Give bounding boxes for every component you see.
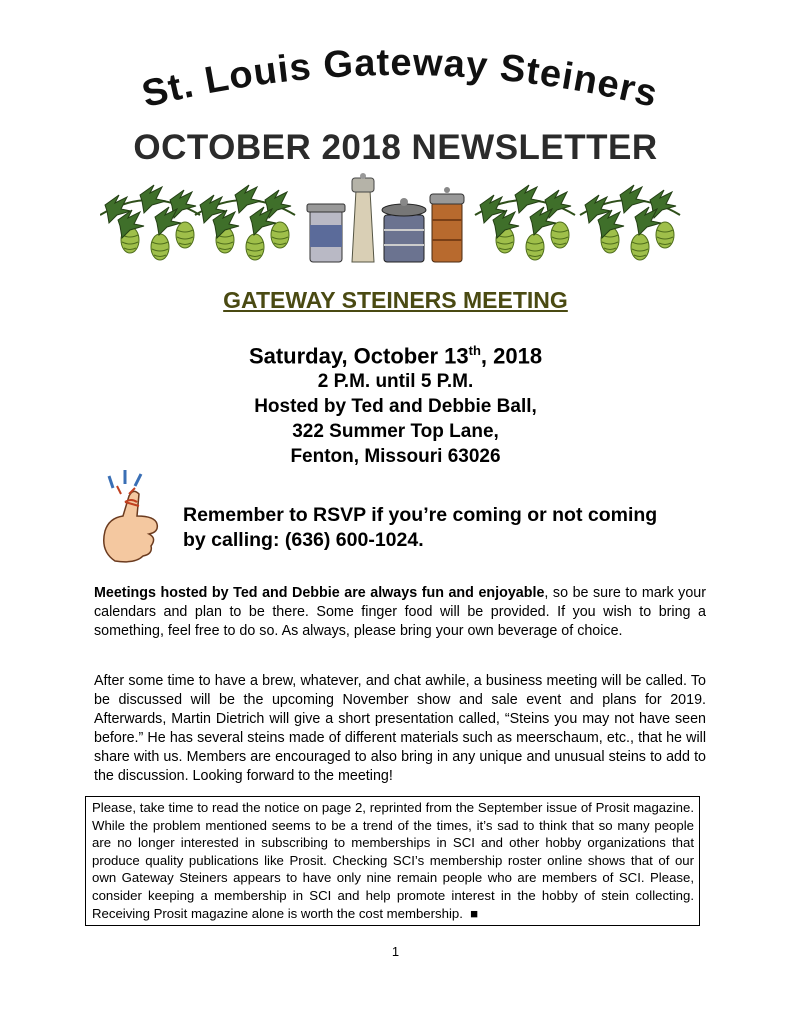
stein-1-icon [306, 203, 346, 263]
notice-end-mark: ■ [470, 905, 479, 921]
stein-2-icon [351, 173, 375, 263]
newsletter-title: OCTOBER 2018 NEWSLETTER [133, 128, 658, 167]
meeting-date-suffix: th [468, 343, 481, 358]
rsvp-line-1: Remember to RSVP if you’re coming or not… [183, 504, 658, 526]
meeting-date: Saturday, October 13th, 2018 [0, 343, 791, 369]
meeting-time: 2 P.M. until 5 P.M. [317, 371, 474, 392]
rsvp-notice: Remember to RSVP if you’re coming or not… [183, 503, 703, 553]
meeting-city: Fenton, Missouri 63026 [290, 446, 501, 467]
meeting-heading: GATEWAY STEINERS MEETING [223, 287, 568, 313]
meeting-hosts: Hosted by Ted and Debbie Ball, [254, 396, 537, 417]
club-name: St. Louis Gateway Steiners [138, 42, 661, 116]
paragraph-1-bold: Meetings hosted by Ted and Debbie are al… [94, 585, 545, 601]
hops-steins-banner [100, 173, 690, 263]
notice-text: Please, take time to read the notice on … [92, 800, 694, 921]
meeting-date-year: , 2018 [480, 343, 543, 369]
meeting-street: 322 Summer Top Lane, [292, 421, 499, 442]
notice-box: Please, take time to read the notice on … [85, 796, 700, 927]
finger-string-reminder-icon [103, 470, 159, 563]
hops-right-icon [475, 185, 680, 260]
page-number: 1 [391, 944, 400, 959]
stein-4-icon [429, 187, 465, 263]
stein-3-icon [381, 198, 427, 263]
rsvp-line-2: by calling: (636) 600-1024. [183, 529, 424, 551]
paragraph-1: Meetings hosted by Ted and Debbie are al… [94, 584, 706, 641]
hops-left-icon [100, 185, 295, 260]
svg-text:St. Louis Gateway Steiners: St. Louis Gateway Steiners [138, 42, 662, 116]
masthead-title: St. Louis Gateway Steiners [138, 42, 662, 116]
meeting-date-prefix: Saturday, October 13 [248, 343, 469, 369]
paragraph-2: After some time to have a brew, whatever… [94, 673, 706, 784]
